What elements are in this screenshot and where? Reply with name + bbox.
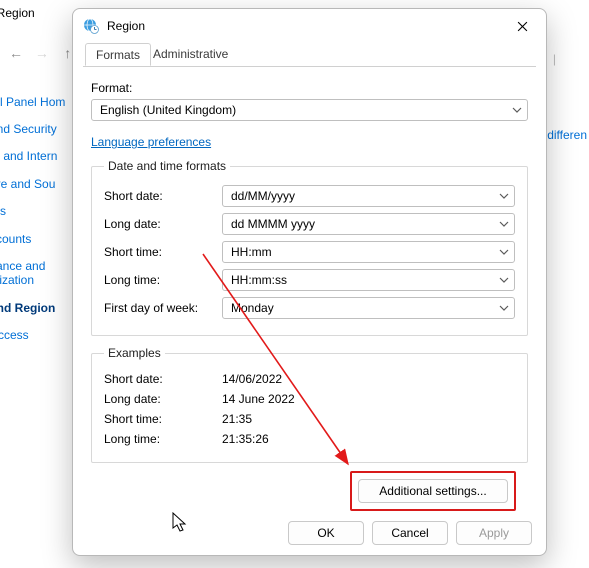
short-date-value: dd/MM/yyyy <box>231 189 295 203</box>
annotation-highlight: Additional settings... <box>350 471 516 511</box>
ex-short-date-value: 14/06/2022 <box>222 372 282 386</box>
first-day-label: First day of week: <box>104 301 222 315</box>
address-divider: | <box>553 52 556 66</box>
long-date-value: dd MMMM yyyy <box>231 217 315 231</box>
ok-button[interactable]: OK <box>288 521 364 545</box>
breadcrumb-tail: nd Region <box>0 6 35 20</box>
short-date-select[interactable]: dd/MM/yyyy <box>222 185 515 207</box>
sidebar-item[interactable]: rk and Intern <box>0 149 75 163</box>
category-sidebar: and Security rk and Intern are and Sou m… <box>0 122 75 356</box>
additional-settings-button[interactable]: Additional settings... <box>358 479 508 503</box>
language-preferences-link[interactable]: Language preferences <box>91 135 211 149</box>
close-button[interactable] <box>500 11 544 41</box>
short-time-select[interactable]: HH:mm <box>222 241 515 263</box>
apply-button: Apply <box>456 521 532 545</box>
examples-group: Examples Short date: 14/06/2022 Long dat… <box>91 346 528 463</box>
tab-strip: Formats Administrative <box>83 43 536 67</box>
ex-long-date-label: Long date: <box>104 392 222 406</box>
long-time-value: HH:mm:ss <box>231 273 287 287</box>
tab-administrative[interactable]: Administrative <box>143 43 238 66</box>
sidebar-item[interactable]: and Security <box>0 122 75 136</box>
titlebar: Region <box>73 9 546 43</box>
close-icon <box>517 21 528 32</box>
sidebar-item[interactable]: ccounts <box>0 232 75 246</box>
nav-arrows: ← → ↑ <box>5 45 79 61</box>
sidebar-item[interactable]: Access <box>0 328 75 342</box>
tab-formats[interactable]: Formats <box>85 43 151 66</box>
short-time-value: HH:mm <box>231 245 272 259</box>
region-dialog: Region Formats Administrative Format: En… <box>72 8 547 556</box>
tab-body: Format: English (United Kingdom) Languag… <box>73 67 546 515</box>
chevron-down-icon <box>499 303 509 313</box>
cancel-button[interactable]: Cancel <box>372 521 448 545</box>
format-select[interactable]: English (United Kingdom) <box>91 99 528 121</box>
sidebar-item[interactable]: are and Sou <box>0 177 75 191</box>
ex-short-date-label: Short date: <box>104 372 222 386</box>
examples-legend: Examples <box>104 346 165 360</box>
chevron-down-icon <box>499 219 509 229</box>
back-icon[interactable]: ← <box>5 45 27 61</box>
first-day-value: Monday <box>231 301 274 315</box>
dialog-title: Region <box>107 19 500 33</box>
ex-short-time-value: 21:35 <box>222 412 252 426</box>
long-date-select[interactable]: dd MMMM yyyy <box>222 213 515 235</box>
long-date-label: Long date: <box>104 217 222 231</box>
format-select-value: English (United Kingdom) <box>100 103 236 117</box>
ex-short-time-label: Short time: <box>104 412 222 426</box>
right-panel-link[interactable]: differen <box>547 128 587 142</box>
ex-long-date-value: 14 June 2022 <box>222 392 295 406</box>
sidebar-item-selected[interactable]: and Region <box>0 301 75 315</box>
globe-clock-icon <box>83 18 99 34</box>
sidebar-item[interactable]: ms <box>0 204 75 218</box>
ex-long-time-value: 21:35:26 <box>222 432 269 446</box>
first-day-select[interactable]: Monday <box>222 297 515 319</box>
format-label: Format: <box>91 81 528 95</box>
control-panel-home-link[interactable]: l Panel Hom <box>0 95 65 109</box>
forward-icon: → <box>31 45 53 61</box>
chevron-down-icon <box>499 275 509 285</box>
short-date-label: Short date: <box>104 189 222 203</box>
long-time-label: Long time: <box>104 273 222 287</box>
short-time-label: Short time: <box>104 245 222 259</box>
chevron-down-icon <box>499 247 509 257</box>
ex-long-time-label: Long time: <box>104 432 222 446</box>
date-time-formats-legend: Date and time formats <box>104 159 230 173</box>
chevron-down-icon <box>512 105 522 115</box>
sidebar-item[interactable]: vance and alization <box>0 259 75 288</box>
dialog-button-row: OK Cancel Apply <box>288 521 532 545</box>
date-time-formats-group: Date and time formats Short date: dd/MM/… <box>91 159 528 336</box>
chevron-down-icon <box>499 191 509 201</box>
long-time-select[interactable]: HH:mm:ss <box>222 269 515 291</box>
